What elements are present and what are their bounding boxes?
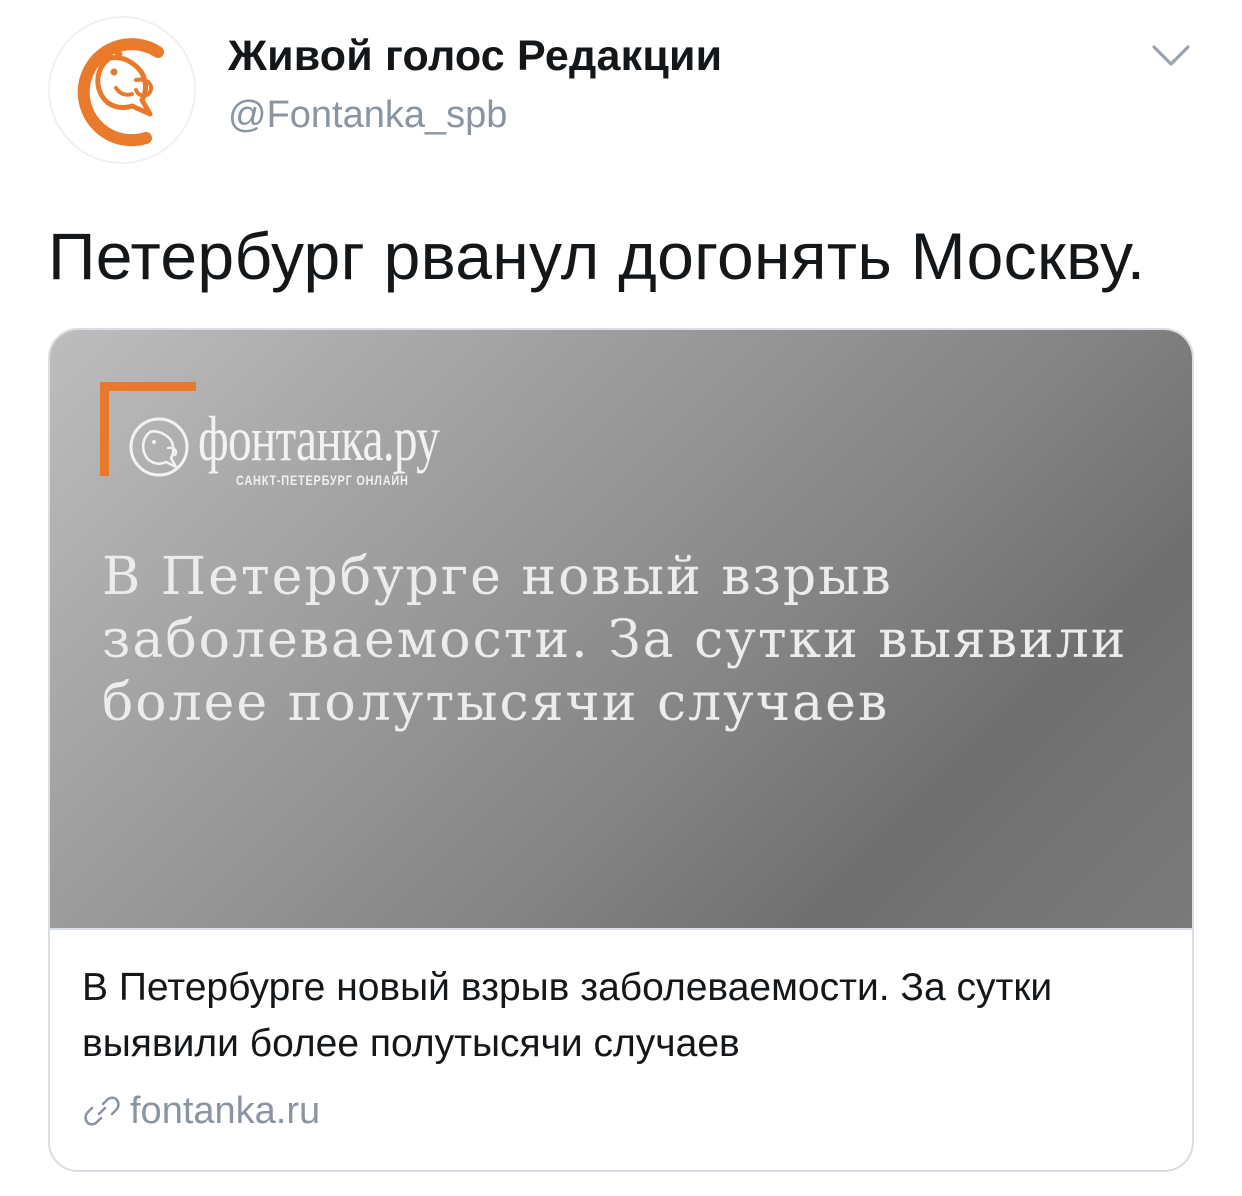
- chevron-down-icon[interactable]: [1150, 40, 1192, 70]
- link-card[interactable]: фонтанка.ру САНКТ-ПЕТЕРБУРГ ОНЛАЙН В Пет…: [48, 328, 1194, 1172]
- card-title[interactable]: В Петербурге новый взрыв заболеваемости.…: [82, 960, 1162, 1072]
- image-headline: В Петербурге новый взрыв заболеваемости.…: [102, 547, 1128, 733]
- author-handle[interactable]: @Fontanka_spb: [228, 94, 507, 137]
- avatar[interactable]: [48, 16, 196, 164]
- card-image[interactable]: фонтанка.ру САНКТ-ПЕТЕРБУРГ ОНЛАЙН В Пет…: [50, 330, 1192, 930]
- tweet-text: Петербург рванул догонять Москву.: [48, 219, 1146, 293]
- logo-bracket: [100, 382, 109, 476]
- card-domain-row[interactable]: fontanka.ru: [82, 1088, 320, 1134]
- logo-bracket-top: [100, 382, 196, 391]
- card-domain: fontanka.ru: [130, 1089, 321, 1132]
- fontanka-bird-logo-icon: [52, 20, 192, 160]
- author-display-name[interactable]: Живой голос Редакции: [228, 32, 722, 81]
- link-icon: [84, 1096, 120, 1126]
- logo-tagline: САНКТ-ПЕТЕРБУРГ ОНЛАЙН: [236, 472, 409, 488]
- logo-wordmark: фонтанка.ру: [198, 403, 440, 474]
- fontanka-bird-icon: [129, 417, 189, 477]
- tweet: Живой голос Редакции @Fontanka_spb Петер…: [0, 0, 1242, 1196]
